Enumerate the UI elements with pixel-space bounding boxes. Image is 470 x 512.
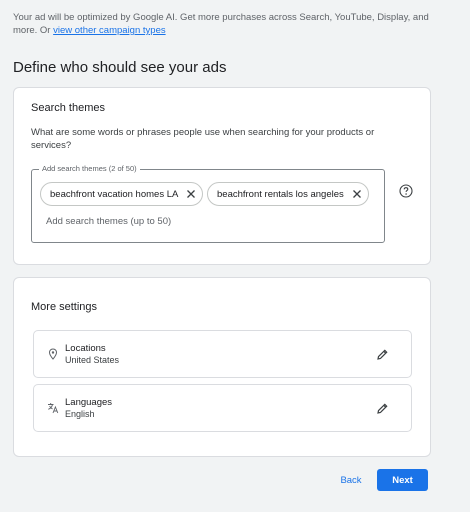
section-title: Define who should see your ads — [13, 59, 227, 76]
chip-label: beachfront rentals los angeles — [217, 188, 344, 200]
chip-label: beachfront vacation homes LA — [50, 188, 179, 200]
languages-setting[interactable]: Languages English — [33, 384, 412, 432]
search-themes-field[interactable]: Add search themes (2 of 50) beachfront v… — [31, 164, 385, 243]
close-icon[interactable] — [352, 189, 362, 199]
setting-label: Locations — [65, 343, 106, 354]
more-settings-card: More settings Locations United States La… — [13, 277, 431, 457]
intro-text: Your ad will be optimized by Google AI. … — [13, 11, 453, 37]
locations-setting[interactable]: Locations United States — [33, 330, 412, 378]
search-themes-field-label: Add search themes (2 of 50) — [39, 164, 140, 173]
back-button[interactable]: Back — [331, 469, 371, 491]
search-theme-chip[interactable]: beachfront rentals los angeles — [207, 182, 369, 206]
search-themes-input[interactable] — [46, 216, 366, 227]
location-pin-icon — [48, 348, 58, 360]
setting-value: United States — [65, 355, 120, 365]
search-themes-card: Search themes What are some words or phr… — [13, 87, 431, 265]
help-icon[interactable] — [399, 184, 413, 198]
view-campaign-types-link[interactable]: view other campaign types — [53, 25, 165, 36]
setting-value: English — [65, 409, 95, 419]
more-settings-title: More settings — [31, 301, 98, 313]
edit-pencil-icon[interactable] — [376, 348, 389, 361]
setting-label: Languages — [65, 397, 113, 408]
next-button[interactable]: Next — [377, 469, 428, 491]
close-icon[interactable] — [186, 189, 196, 199]
edit-pencil-icon[interactable] — [376, 402, 389, 415]
search-theme-chip[interactable]: beachfront vacation homes LA — [40, 182, 204, 206]
search-themes-question: What are some words or phrases people us… — [31, 127, 375, 151]
translate-icon — [48, 403, 59, 414]
search-themes-title: Search themes — [31, 102, 105, 114]
